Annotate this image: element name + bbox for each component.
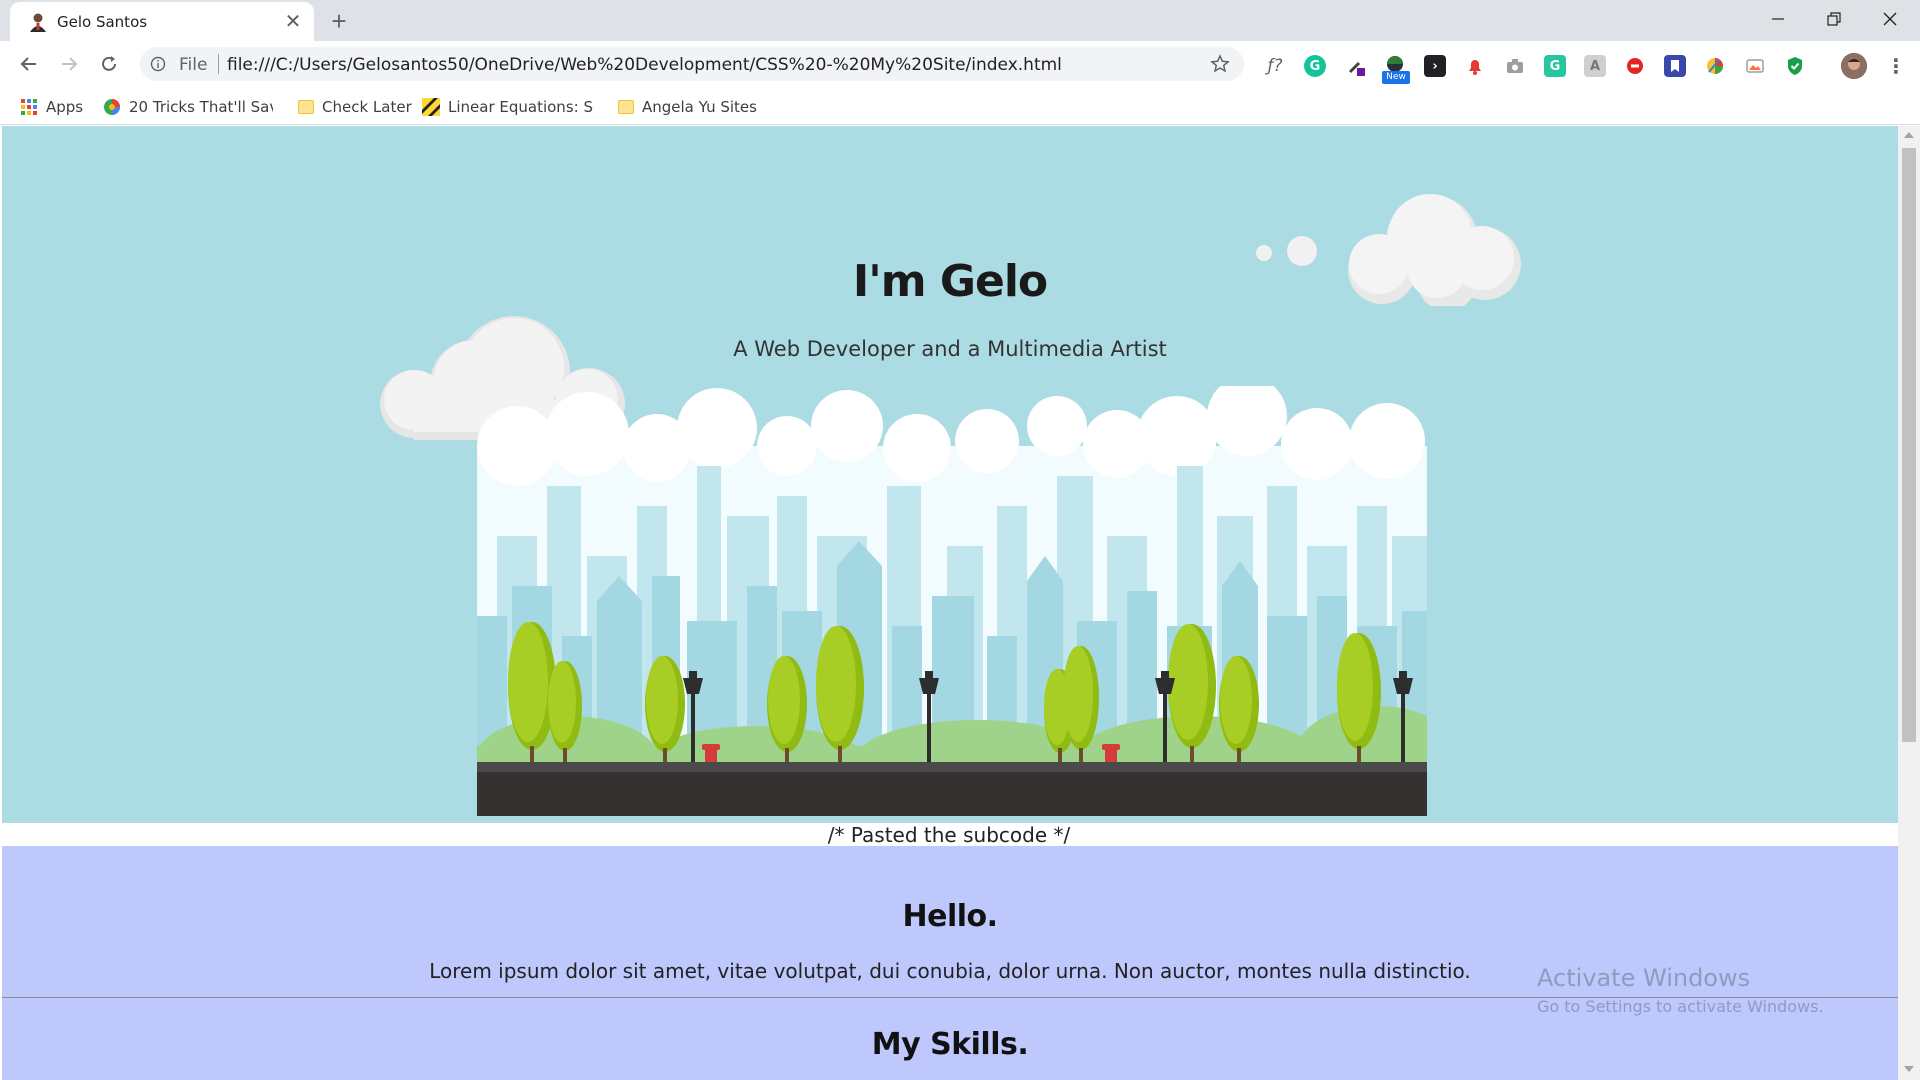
folder-icon (618, 100, 634, 114)
bookmark-apps[interactable]: Apps (20, 96, 90, 118)
grammarly-icon[interactable]: G (1304, 55, 1326, 77)
vertical-scrollbar[interactable] (1898, 126, 1920, 1080)
tab-gelo-santos[interactable]: Gelo Santos ✕ (10, 2, 314, 41)
chrome-ball-icon (104, 99, 120, 115)
address-bar[interactable]: File file:///C:/Users/Gelosantos50/OneDr… (140, 47, 1244, 81)
address-divider (218, 54, 219, 74)
bookmark-label: Check Later (322, 98, 412, 116)
back-arrow-icon (20, 57, 36, 71)
page-viewport: I'm Gelo A Web Developer and a Multimedi… (0, 126, 1898, 1080)
shield-extension-icon[interactable] (1624, 55, 1646, 77)
forward-arrow-icon (62, 57, 78, 71)
close-window-button[interactable] (1862, 0, 1918, 38)
hero-title: I'm Gelo (852, 256, 1048, 307)
bookmark-extension-icon[interactable] (1664, 55, 1686, 77)
image-icon (1746, 59, 1764, 73)
hello-title: Hello. (902, 899, 998, 934)
apps-grid-icon (21, 99, 37, 115)
bell-icon (1469, 60, 1481, 75)
grammarly-alt-icon[interactable]: G (1544, 55, 1566, 77)
scroll-down-arrow-icon[interactable] (1904, 1066, 1914, 1072)
restore-button[interactable] (1806, 0, 1862, 38)
scheme-label: File (179, 55, 208, 75)
code-comment-text: /* Pasted the subcode */ (827, 823, 1071, 847)
bookmark-label: Apps (46, 98, 84, 116)
menu-kebab-icon[interactable]: ⋮ (1885, 54, 1907, 78)
tab-strip: Gelo Santos ✕ + (0, 0, 1920, 41)
back-button[interactable] (14, 49, 44, 79)
scrollbar-thumb[interactable] (1902, 148, 1916, 742)
security-extension-icon[interactable] (1784, 55, 1806, 77)
activate-windows-title: Activate Windows (1537, 964, 1751, 992)
tab-close-icon[interactable]: ✕ (282, 11, 304, 33)
activate-windows-subtitle: Go to Settings to activate Windows. (1537, 997, 1824, 1016)
bookmark-check-later[interactable]: Check Later (298, 96, 428, 118)
shield-check-icon (1788, 57, 1802, 75)
bookmark-star-icon[interactable] (1210, 54, 1230, 74)
avatar-icon (1841, 53, 1867, 79)
reload-button[interactable] (94, 49, 124, 79)
bookmark-label: Angela Yu Sites (642, 98, 757, 116)
skills-title: My Skills. (871, 1027, 1029, 1062)
bell-extension-icon[interactable] (1464, 55, 1486, 77)
forward-button[interactable] (54, 49, 84, 79)
bookmarks-bar: Apps 20 Tricks That'll Save Check Later … (0, 87, 1920, 125)
camera-icon (1507, 59, 1523, 73)
browser-toolbar: File file:///C:/Users/Gelosantos50/OneDr… (0, 41, 1920, 87)
folder-icon (298, 100, 314, 114)
minimize-icon (1772, 18, 1784, 20)
terminal-extension-icon[interactable]: › (1424, 55, 1446, 77)
eyedropper-extension-icon[interactable] (1345, 55, 1367, 77)
tab-title: Gelo Santos (57, 13, 148, 31)
bookmark-angela-yu[interactable]: Angela Yu Sites (618, 96, 768, 118)
color-picker-extension-icon[interactable] (1704, 55, 1726, 77)
restore-icon (1827, 12, 1841, 26)
translate-extension-icon[interactable]: A (1584, 55, 1606, 77)
minimize-button[interactable] (1750, 0, 1806, 38)
stop-icon (1627, 58, 1643, 74)
fx-extension-icon[interactable]: ƒ? (1264, 55, 1286, 77)
profile-avatar[interactable] (1841, 53, 1867, 79)
city-illustration (477, 386, 1427, 816)
url-text[interactable]: file:///C:/Users/Gelosantos50/OneDrive/W… (227, 55, 1062, 75)
gallery-extension-icon[interactable] (1744, 55, 1766, 77)
color-wheel-icon (1707, 58, 1723, 74)
hero-subtitle: A Web Developer and a Multimedia Artist (733, 337, 1167, 361)
bookmark-linear-equations[interactable]: Linear Equations: Sol (422, 96, 594, 118)
reload-icon (102, 56, 116, 71)
bookmark-20-tricks[interactable]: 20 Tricks That'll Save (103, 96, 273, 118)
hero-section: I'm Gelo A Web Developer and a Multimedi… (2, 126, 1898, 823)
new-badge: New (1382, 71, 1410, 84)
info-icon[interactable] (150, 56, 166, 72)
bookmark-icon (1671, 60, 1679, 72)
scroll-up-arrow-icon[interactable] (1904, 132, 1914, 138)
new-tab-button[interactable]: + (325, 7, 353, 35)
eyedropper-icon (1348, 61, 1365, 76)
hazard-stripes-icon (422, 98, 440, 116)
camera-extension-icon[interactable] (1504, 55, 1526, 77)
profile-favicon-icon (30, 13, 46, 32)
bookmark-label: 20 Tricks That'll Save (129, 98, 273, 116)
bookmark-label: Linear Equations: Sol (448, 98, 594, 116)
close-icon (1883, 12, 1897, 26)
